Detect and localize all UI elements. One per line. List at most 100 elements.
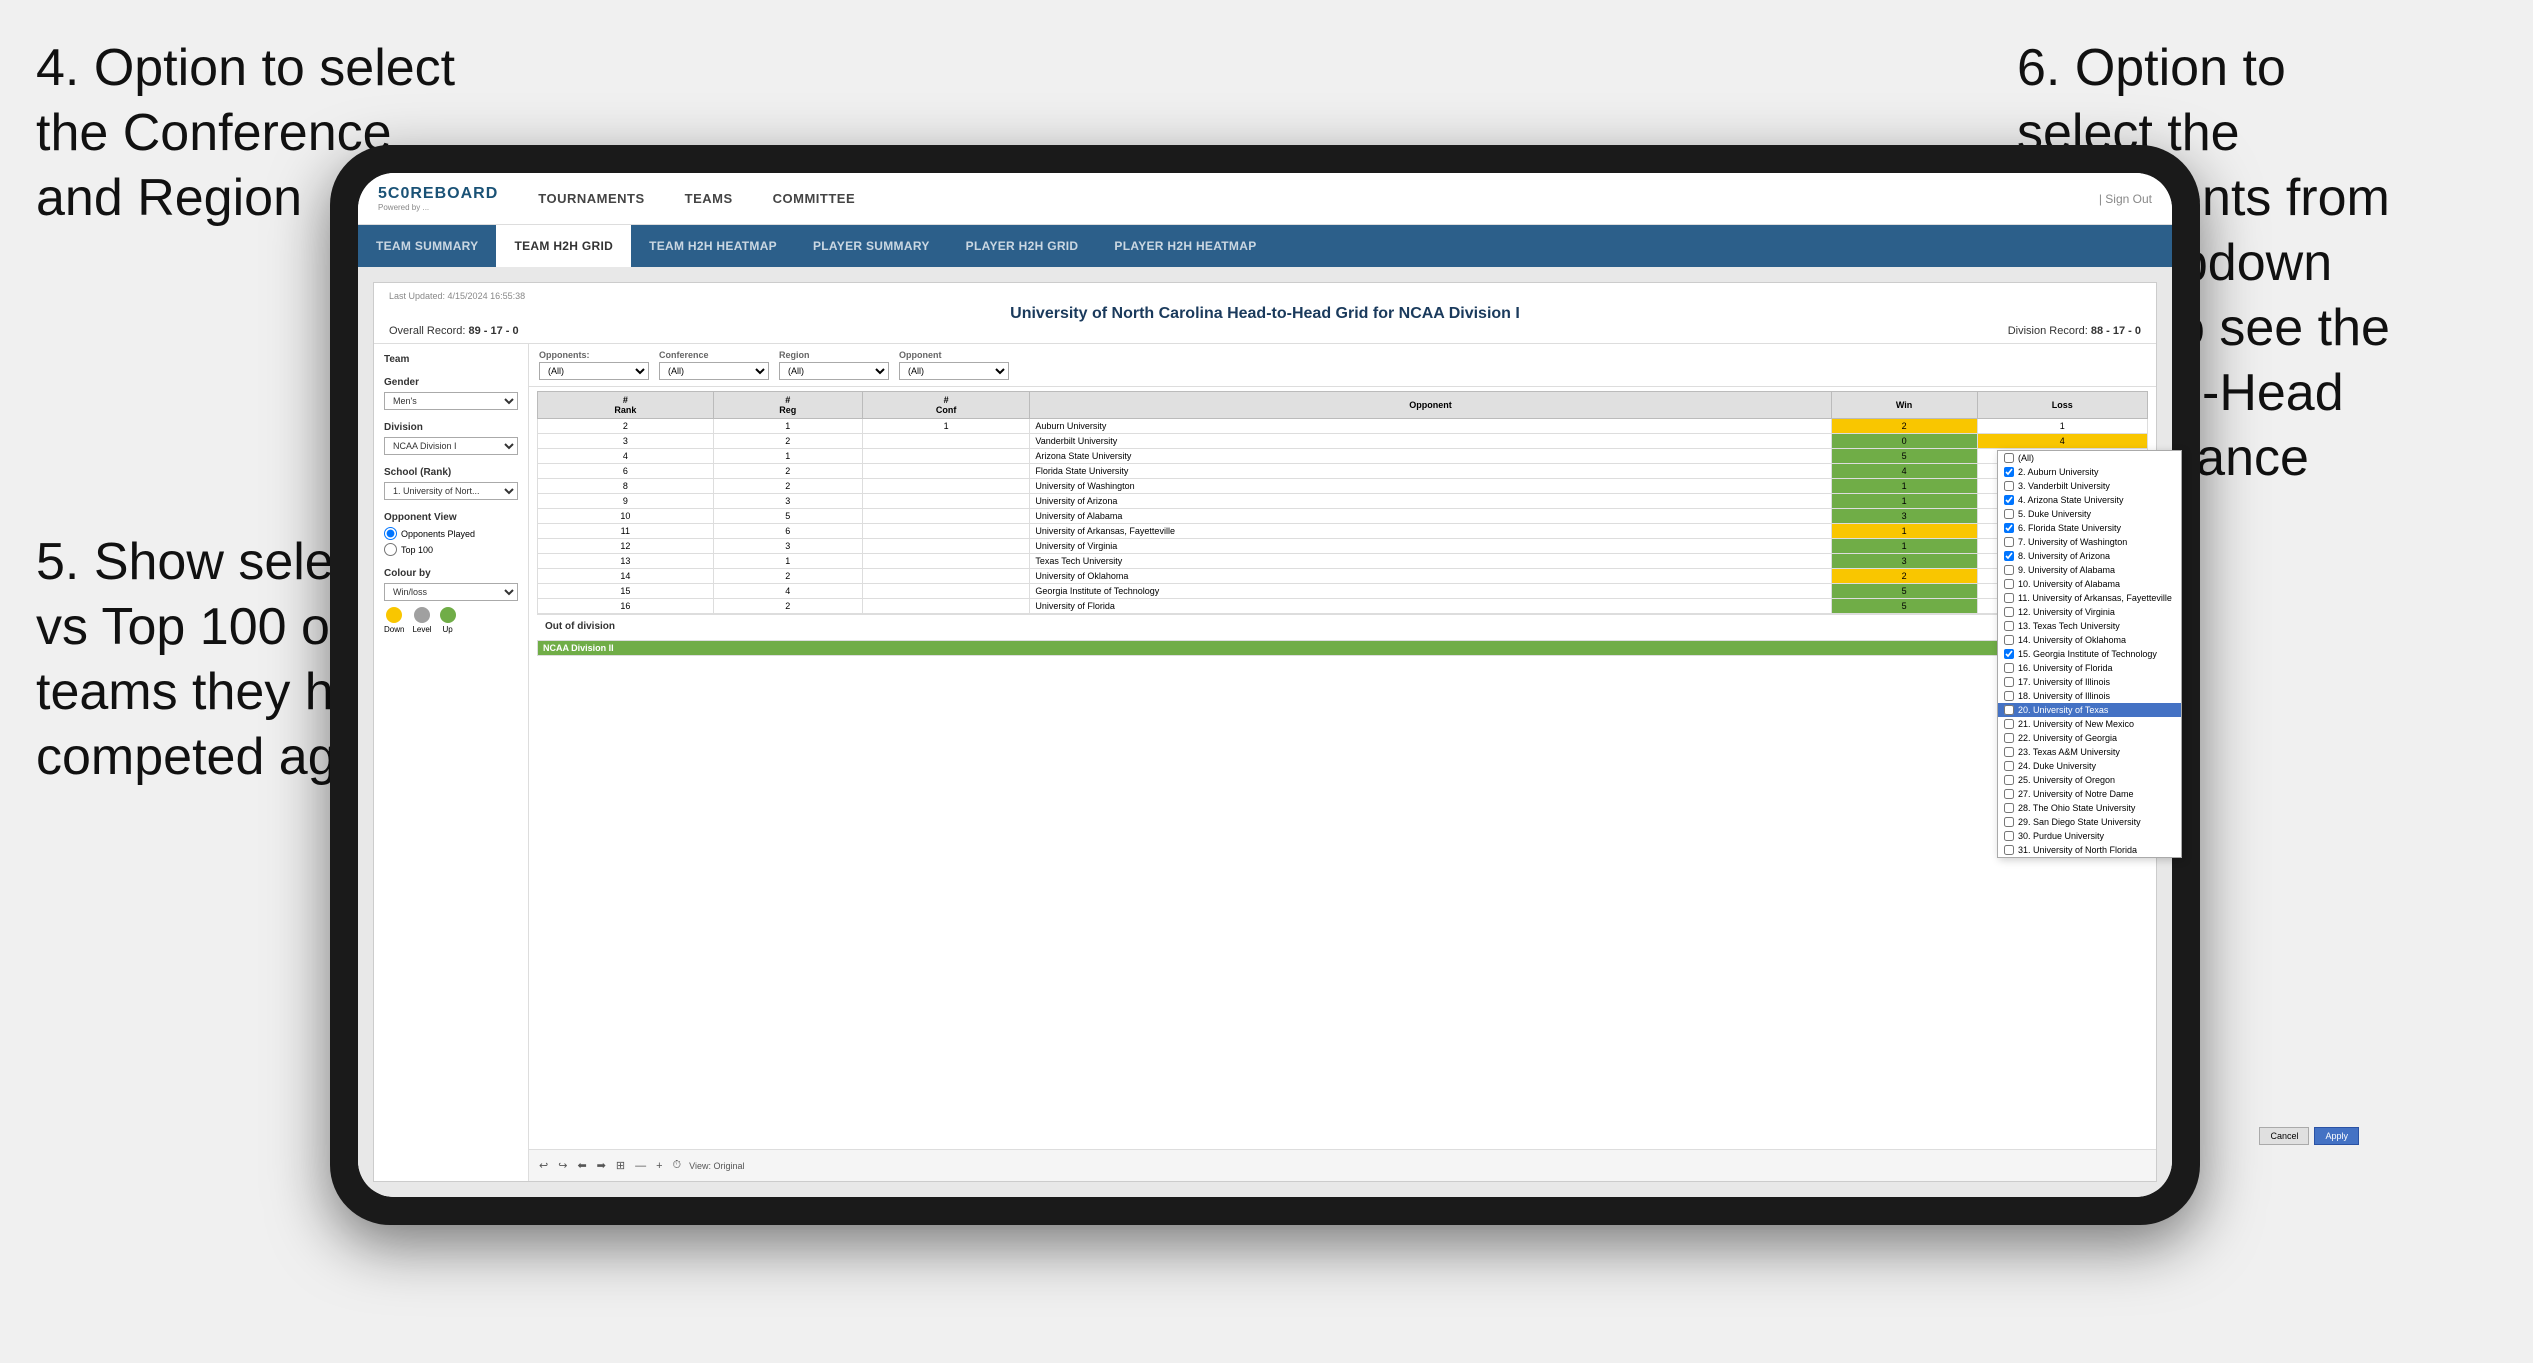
nav-tournaments[interactable]: TOURNAMENTS (518, 173, 664, 225)
tab-player-summary[interactable]: PLAYER SUMMARY (795, 225, 948, 267)
dot-down (386, 607, 402, 623)
overall-record: Overall Record: 89 - 17 - 0 (389, 325, 519, 337)
region-label: Region (779, 350, 889, 360)
dropdown-item[interactable]: 22. University of Georgia (1998, 731, 2156, 745)
dropdown-item[interactable]: 14. University of Oklahoma (1998, 633, 2156, 647)
dropdown-item[interactable]: 15. Georgia Institute of Technology (1998, 647, 2156, 661)
table-row: 14 2 University of Oklahoma 2 2 (538, 569, 2148, 584)
opponents-filter-group: Opponents: (All) (539, 350, 649, 380)
opponent-select[interactable]: (All) (899, 362, 1009, 380)
clock-btn[interactable]: ⏱ (671, 1159, 684, 1172)
dropdown-item[interactable]: 16. University of Florida (1998, 661, 2156, 675)
dropdown-item[interactable]: 6. Florida State University (1998, 521, 2156, 535)
tab-team-h2h-heatmap[interactable]: TEAM H2H HEATMAP (631, 225, 795, 267)
dropdown-item[interactable]: 5. Duke University (1998, 507, 2156, 521)
colour-select[interactable]: Win/loss (384, 583, 518, 601)
dropdown-item[interactable]: 29. San Diego State University (1998, 815, 2156, 829)
tab-player-h2h-heatmap[interactable]: PLAYER H2H HEATMAP (1096, 225, 1274, 267)
sidebar-division-label: Division (384, 422, 518, 433)
nav-teams[interactable]: TEAMS (665, 173, 753, 225)
region-filter-group: Region (All) (779, 350, 889, 380)
table-row: 16 2 University of Florida 5 1 (538, 599, 2148, 614)
tablet: 5C0REBOARD Powered by ... TOURNAMENTS TE… (330, 145, 2200, 1225)
col-win: Win (1831, 392, 1977, 419)
dropdown-item[interactable]: 25. University of Oregon (1998, 773, 2156, 787)
dropdown-item[interactable]: 10. University of Alabama (1998, 577, 2156, 591)
dropdown-item[interactable]: 13. Texas Tech University (1998, 619, 2156, 633)
col-reg: #Reg (713, 392, 862, 419)
dropdown-item[interactable]: 27. University of Notre Dame (1998, 787, 2156, 801)
dropdown-item[interactable]: 31. University of North Florida (1998, 843, 2156, 857)
table-row: 15 4 Georgia Institute of Technology 5 1 (538, 584, 2148, 599)
radio-opponents-played[interactable]: Opponents Played (384, 527, 518, 540)
main-content: Last Updated: 4/15/2024 16:55:38 Univers… (358, 267, 2172, 1197)
filter-row: Opponents: (All) Conference (All) (529, 344, 2156, 387)
radio-group: Opponents Played Top 100 (384, 527, 518, 556)
table-row: 8 2 University of Washington 1 0 (538, 479, 2148, 494)
undo-btn[interactable]: ↩ (537, 1159, 550, 1172)
tablet-screen: 5C0REBOARD Powered by ... TOURNAMENTS TE… (358, 173, 2172, 1197)
tab-team-h2h-grid[interactable]: TEAM H2H GRID (496, 225, 631, 267)
minus-btn[interactable]: — (633, 1160, 648, 1172)
table-row: 13 1 Texas Tech University 3 0 (538, 554, 2148, 569)
table-row: 2 1 1 Auburn University 2 1 (538, 419, 2148, 434)
dropdown-item[interactable]: 24. Duke University (1998, 759, 2156, 773)
dropdown-item[interactable]: 9. University of Alabama (1998, 563, 2156, 577)
opponent-dropdown[interactable]: (All)2. Auburn University3. Vanderbilt U… (1997, 450, 2156, 858)
panel-meta: Last Updated: 4/15/2024 16:55:38 (389, 291, 2141, 301)
tab-team-summary[interactable]: TEAM SUMMARY (358, 225, 496, 267)
nav-signout[interactable]: | Sign Out (2099, 192, 2152, 206)
table-row: 10 5 University of Alabama 3 0 (538, 509, 2148, 524)
conference-select[interactable]: (All) (659, 362, 769, 380)
dropdown-item[interactable]: 8. University of Arizona (1998, 549, 2156, 563)
dropdown-item[interactable]: 2. Auburn University (1998, 465, 2156, 479)
plus-btn[interactable]: + (654, 1160, 664, 1172)
opponent-label: Opponent (899, 350, 1009, 360)
dropdown-item[interactable]: 3. Vanderbilt University (1998, 479, 2156, 493)
dropdown-item[interactable]: 28. The Ohio State University (1998, 801, 2156, 815)
school-select[interactable]: 1. University of Nort... (384, 482, 518, 500)
dropdown-item[interactable]: 30. Purdue University (1998, 829, 2156, 843)
dropdown-item[interactable]: 18. University of Illinois (1998, 689, 2156, 703)
dropdown-item[interactable]: 7. University of Washington (1998, 535, 2156, 549)
back-btn[interactable]: ⬅ (575, 1159, 588, 1172)
col-opponent: Opponent (1030, 392, 1831, 419)
nav-committee[interactable]: COMMITTEE (753, 173, 876, 225)
division-record: Division Record: 88 - 17 - 0 (2008, 325, 2141, 337)
cancel-button[interactable]: Cancel (2259, 1127, 2309, 1145)
apply-button[interactable]: Apply (2314, 1127, 2359, 1145)
out-of-division-label: Out of division (537, 614, 2148, 638)
panel-records: Overall Record: 89 - 17 - 0 Division Rec… (389, 323, 2141, 339)
table-row: 3 2 Vanderbilt University 0 4 (538, 434, 2148, 449)
radio-top100[interactable]: Top 100 (384, 543, 518, 556)
table-wrapper: #Rank #Reg #Conf Opponent Win Loss (529, 387, 2156, 1149)
sidebar-gender-label: Gender (384, 377, 518, 388)
dropdown-item[interactable]: 23. Texas A&M University (1998, 745, 2156, 759)
dropdown-item[interactable]: 4. Arizona State University (1998, 493, 2156, 507)
division-table: NCAA Division II 1 0 (537, 640, 2148, 656)
toolbar: ↩ ↪ ⬅ ➡ ⊞ — + ⏱ View: Original (529, 1149, 2156, 1181)
dropdown-item[interactable]: 12. University of Virginia (1998, 605, 2156, 619)
dropdown-item[interactable]: (All) (1998, 451, 2156, 465)
nav-links: TOURNAMENTS TEAMS COMMITTEE (518, 173, 2099, 225)
panel-body: Team Gender Men's Division NCAA Division… (374, 344, 2156, 1181)
opponent-filter-group: Opponent (All) (899, 350, 1009, 380)
division-select[interactable]: NCAA Division I (384, 437, 518, 455)
dropdown-item[interactable]: 11. University of Arkansas, Fayetteville (1998, 591, 2156, 605)
col-loss: Loss (1977, 392, 2147, 419)
dropdown-item[interactable]: 17. University of Illinois (1998, 675, 2156, 689)
gender-select[interactable]: Men's (384, 392, 518, 410)
region-select[interactable]: (All) (779, 362, 889, 380)
home-btn[interactable]: ⊞ (614, 1159, 627, 1172)
opponents-label: Opponents: (539, 350, 649, 360)
redo-btn[interactable]: ↪ (556, 1159, 569, 1172)
dot-level (414, 607, 430, 623)
tab-player-h2h-grid[interactable]: PLAYER H2H GRID (948, 225, 1097, 267)
panel-header: Last Updated: 4/15/2024 16:55:38 Univers… (374, 283, 2156, 344)
dropdown-item[interactable]: 21. University of New Mexico (1998, 717, 2156, 731)
dropdown-item[interactable]: 20. University of Texas (1998, 703, 2156, 717)
view-label: View: Original (689, 1161, 744, 1171)
forward-btn[interactable]: ➡ (595, 1159, 608, 1172)
opponents-select[interactable]: (All) (539, 362, 649, 380)
h2h-table: #Rank #Reg #Conf Opponent Win Loss (537, 391, 2148, 614)
